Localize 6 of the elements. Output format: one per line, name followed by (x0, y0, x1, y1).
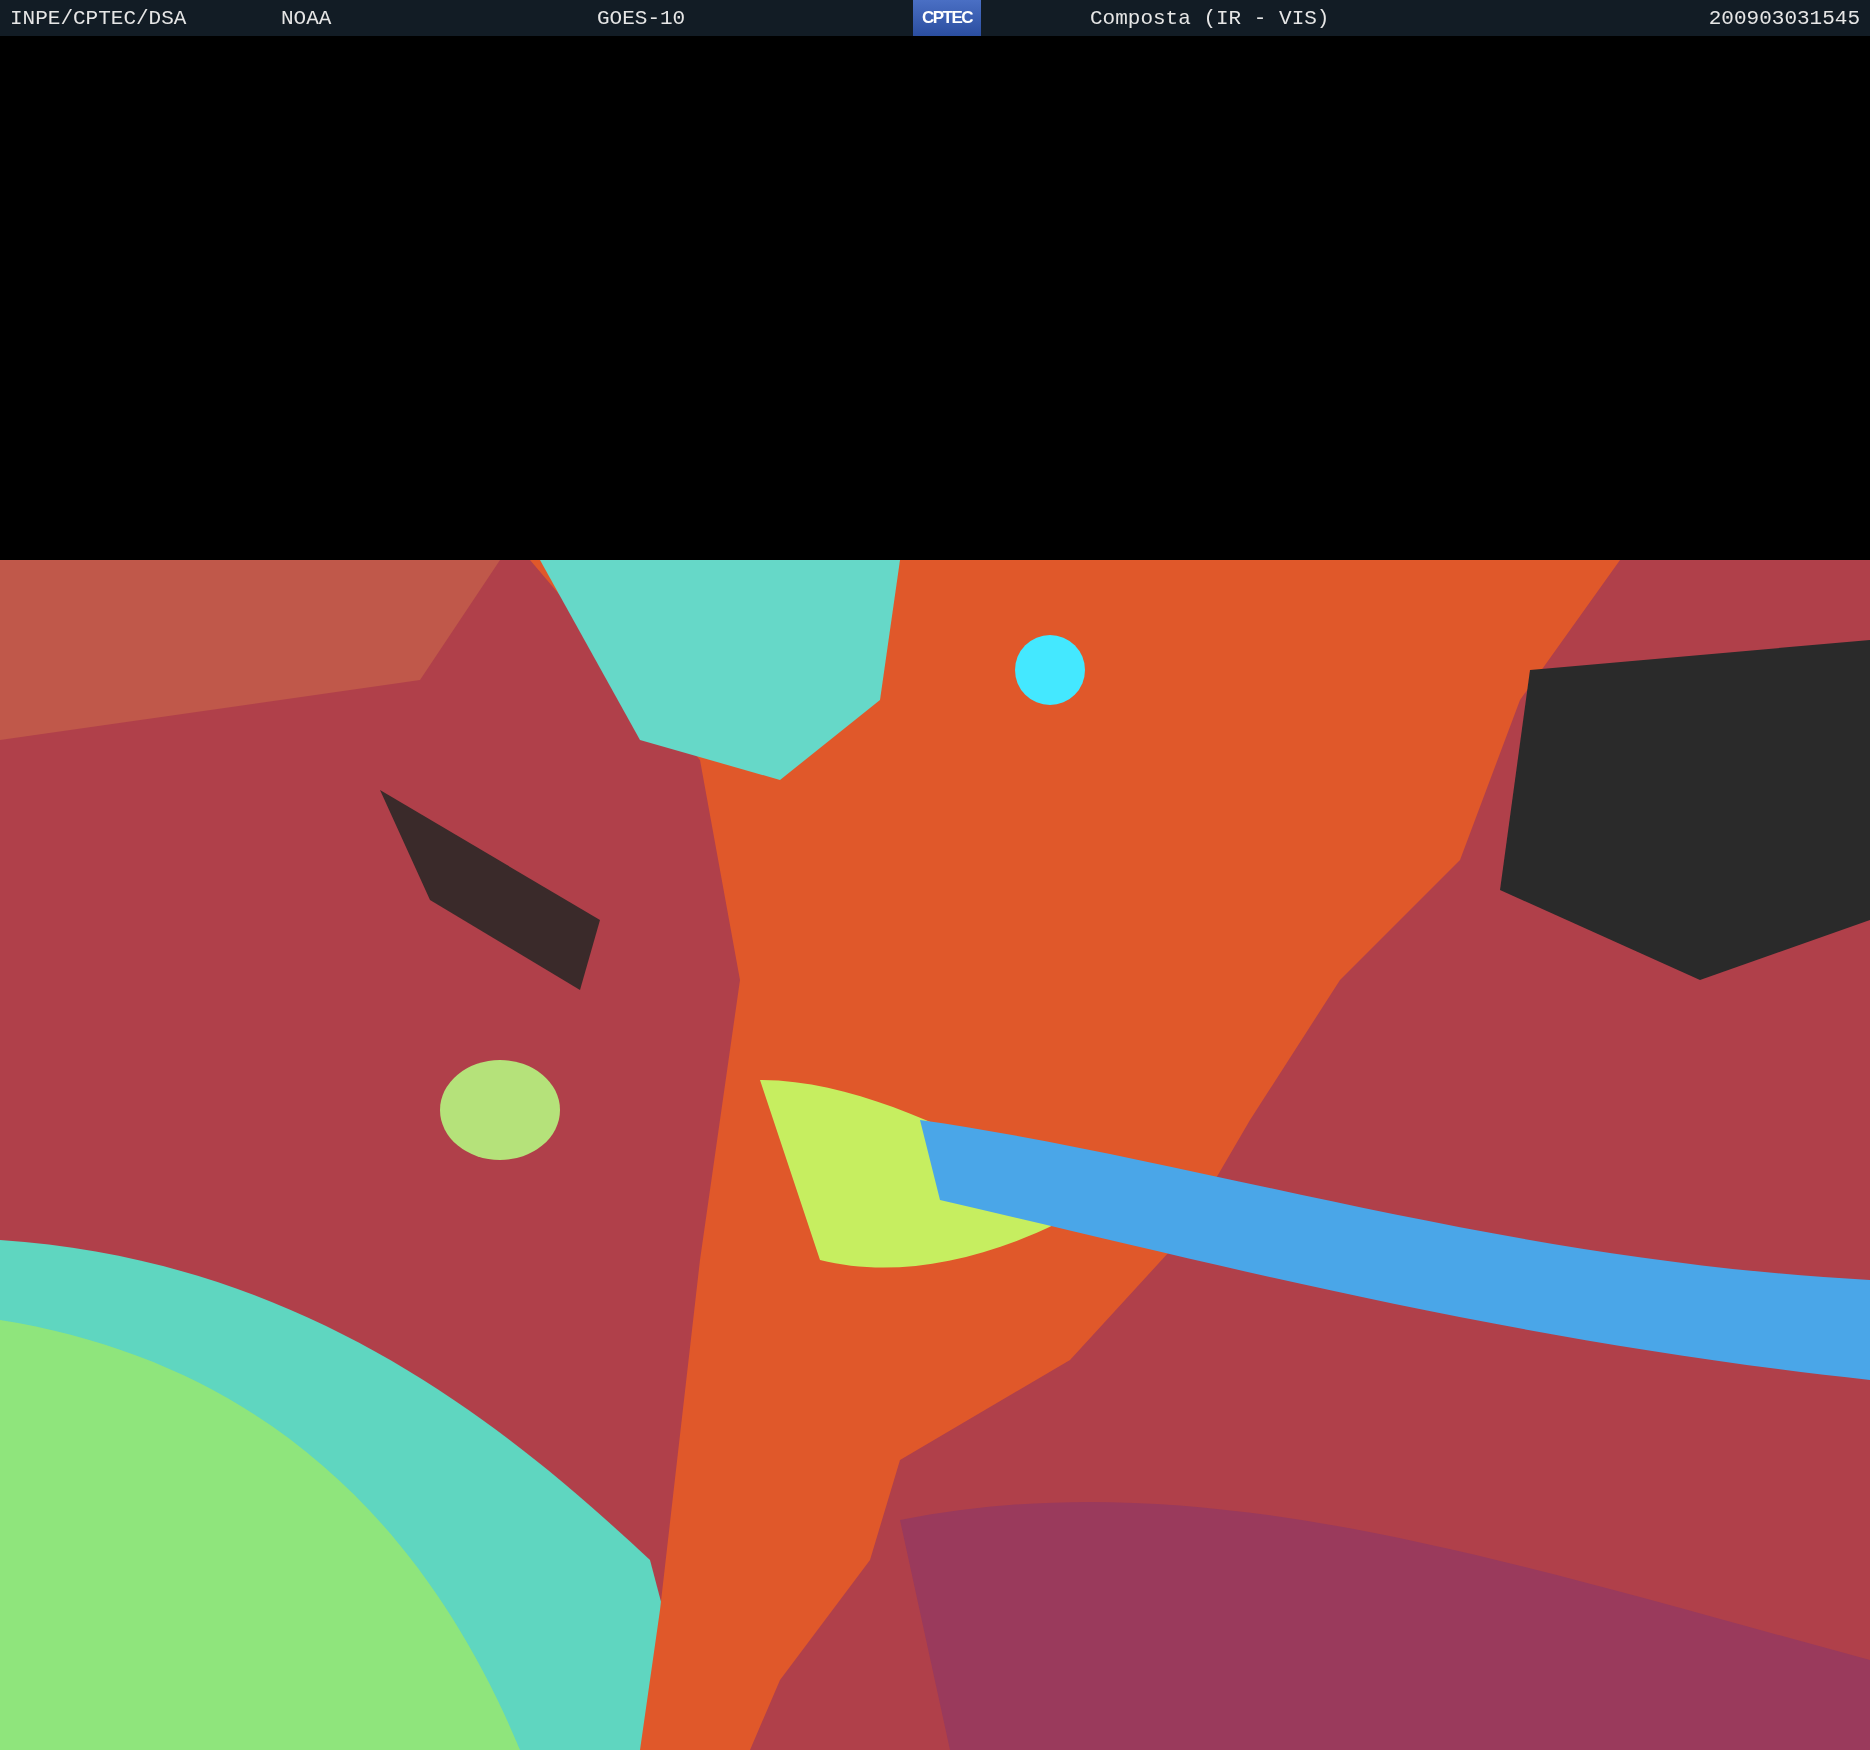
product-label: Composta (IR - VIS) (1089, 6, 1331, 30)
source-label: INPE/CPTEC/DSA (9, 6, 188, 30)
timestamp-label: 200903031545 (1708, 6, 1860, 30)
logo: CPTEC (913, 0, 981, 36)
agency-label: NOAA (281, 6, 333, 30)
satellite-label: GOES-10 (597, 6, 687, 30)
